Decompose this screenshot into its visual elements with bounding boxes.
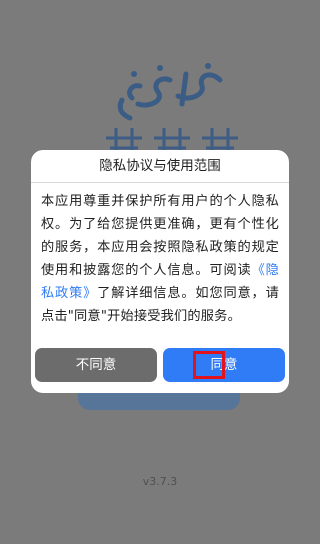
dialog-button-row: 不同意 同意 <box>31 348 289 384</box>
dialog-body: 本应用尊重并保护所有用户的个人隐私权。为了给您提供更准确，更有个性化的服务，本应… <box>31 183 289 328</box>
disagree-button[interactable]: 不同意 <box>35 348 157 382</box>
privacy-dialog: 隐私协议与使用范围 本应用尊重并保护所有用户的个人隐私权。为了给您提供更准确，更… <box>31 150 289 393</box>
agree-highlight-box <box>193 351 225 379</box>
dialog-body-text: 本应用尊重并保护所有用户的个人隐私权。为了给您提供更准确，更有个性化的服务，本应… <box>41 194 279 278</box>
dialog-title: 隐私协议与使用范围 <box>31 150 289 183</box>
app-version: v3.7.3 <box>142 475 178 488</box>
